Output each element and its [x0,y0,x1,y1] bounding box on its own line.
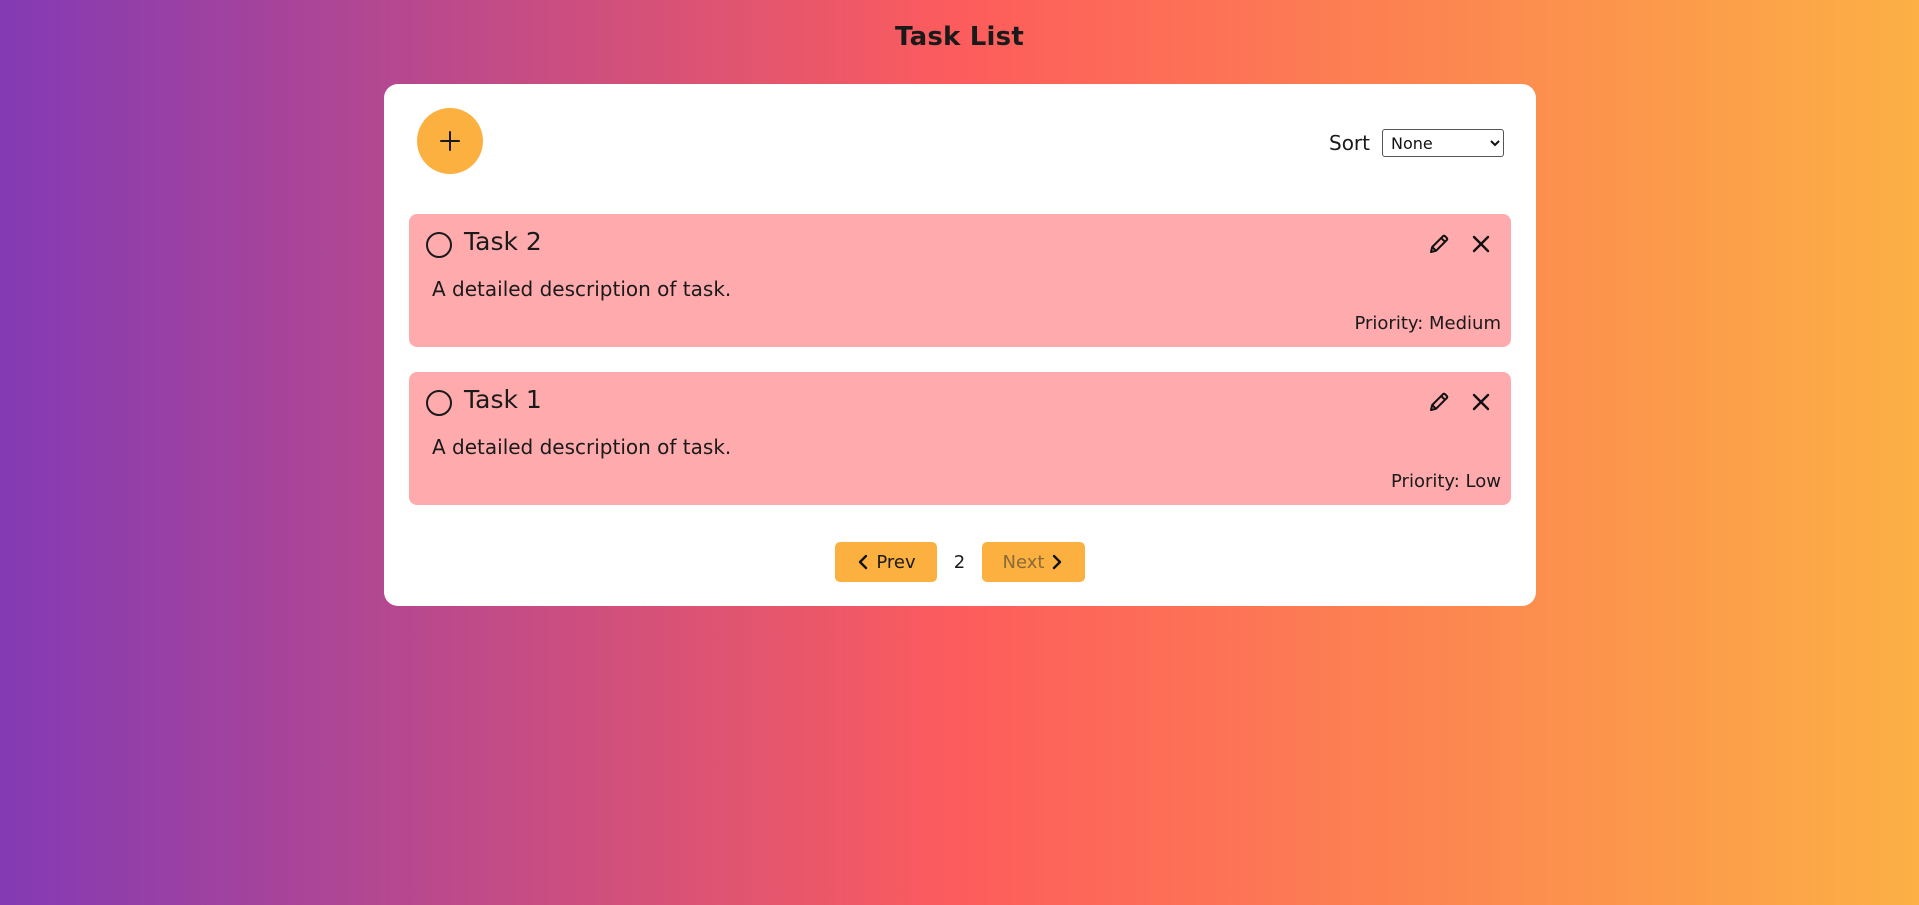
task-description: A detailed description of task. [432,435,732,459]
prev-label: Prev [876,551,916,573]
task-title: Task 1 [464,385,542,414]
delete-button[interactable] [1467,388,1495,416]
close-icon [1472,235,1490,253]
task-complete-toggle[interactable] [426,232,452,258]
next-page-button[interactable]: Next [982,542,1085,582]
sort-control: Sort None [1329,129,1504,157]
current-page-number: 2 [953,551,966,573]
chevron-left-icon [859,554,868,570]
edit-button[interactable] [1425,388,1453,416]
task-title: Task 2 [464,227,542,256]
add-task-button[interactable] [417,108,483,174]
task-priority: Priority: Low [1391,471,1501,492]
task-list-card: Sort None Task 2 A detailed description … [384,84,1536,606]
prev-page-button[interactable]: Prev [835,542,937,582]
chevron-right-icon [1053,554,1062,570]
plus-icon [440,131,460,151]
sort-select[interactable]: None [1382,129,1504,157]
pagination: Prev 2 Next [384,542,1536,582]
delete-button[interactable] [1467,230,1495,258]
task-item: Task 1 A detailed description of task. P… [409,372,1511,505]
task-priority: Priority: Medium [1354,313,1501,334]
edit-button[interactable] [1425,230,1453,258]
task-complete-toggle[interactable] [426,390,452,416]
next-label: Next [1002,551,1045,573]
pencil-icon [1430,392,1449,411]
pencil-icon [1430,234,1449,253]
page-title: Task List [895,22,1024,52]
sort-label: Sort [1329,131,1370,155]
task-description: A detailed description of task. [432,277,732,301]
task-item: Task 2 A detailed description of task. P… [409,214,1511,347]
close-icon [1472,393,1490,411]
